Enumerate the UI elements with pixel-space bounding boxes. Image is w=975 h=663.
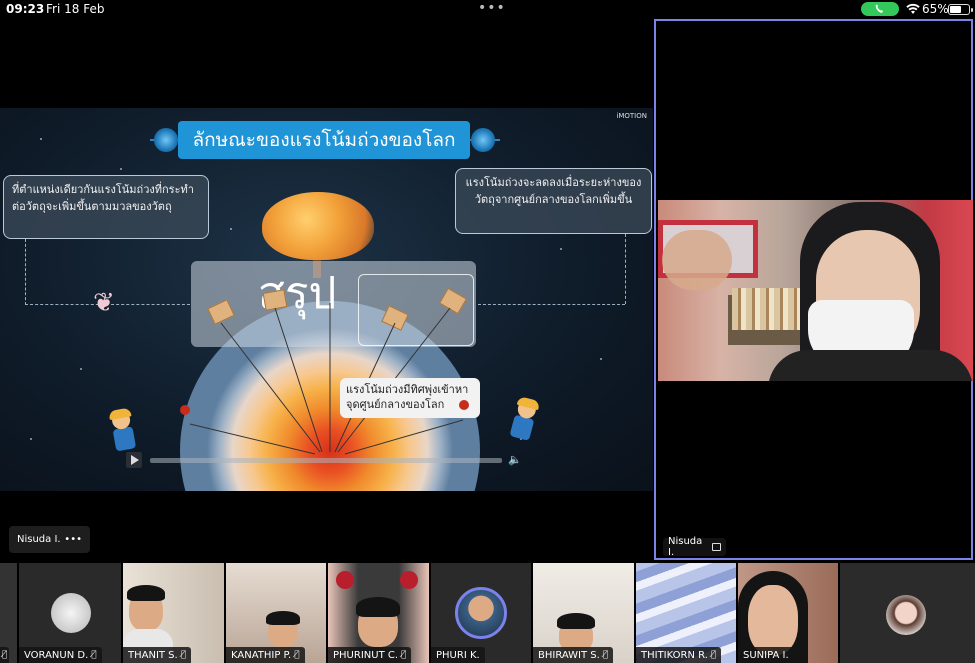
participant-tile[interactable]: THANIT S. 🎙̸ — [123, 563, 224, 663]
active-speaker-tile[interactable]: Nisuda I. — [654, 19, 973, 560]
mic-off-icon: 🎙̸ — [2, 650, 8, 660]
participant-name: PHURINUT C. — [333, 649, 399, 661]
gravity-arrows — [189, 303, 464, 455]
status-bar: 09:23 Fri 18 Feb ••• 65% — [0, 0, 975, 18]
avatar — [455, 587, 507, 639]
avatar — [51, 593, 91, 633]
status-time: 09:23 — [6, 2, 45, 16]
video-player-controls: 🔈 — [122, 449, 527, 471]
battery-percent: 65% — [922, 2, 949, 16]
participant-name: PHURI K. — [436, 649, 480, 661]
battery-icon — [948, 4, 973, 15]
multitask-dots-icon[interactable]: ••• — [478, 0, 506, 16]
video-progress-track[interactable] — [150, 458, 502, 463]
speaker-video — [658, 200, 973, 381]
participant-tile[interactable]: VORANUN D. 🎙̸ — [19, 563, 121, 663]
mic-off-icon: 🎙̸ — [91, 650, 97, 660]
status-date: Fri 18 Feb — [46, 2, 105, 16]
participant-name: THITIKORN R. — [641, 649, 708, 661]
mic-off-icon: 🎙̸ — [401, 650, 407, 660]
presentation-slide: iMOTION ลักษณะของแรงโน้มถ่วงของโลก ที่ตำ… — [0, 108, 653, 491]
participant-tile[interactable]: KANATHIP P. 🎙̸ — [226, 563, 326, 663]
volume-icon[interactable]: 🔈 — [508, 453, 522, 467]
direction-callout: แรงโน้มถ่วงมีทิศพุ่งเข้าหาจุดศูนย์กลางขอ… — [340, 378, 480, 418]
callout-marker — [459, 400, 469, 410]
participant-name: BHIRAWIT S. — [538, 649, 600, 661]
participant-name: THANIT S. — [128, 649, 178, 661]
participant-tile[interactable]: SUNIPA I. — [738, 563, 838, 663]
mic-off-icon: 🎙̸ — [294, 650, 300, 660]
phone-icon[interactable] — [861, 2, 899, 16]
more-options-icon[interactable]: ••• — [64, 534, 82, 545]
presenter-name: Nisuda I. — [17, 534, 61, 545]
participant-tile[interactable]: 🎙̸ — [0, 563, 17, 663]
participant-gallery: 🎙̸ VORANUN D. 🎙̸ THANIT S. 🎙̸ KANATHIP P. 🎙… — [0, 562, 975, 663]
participant-tile[interactable]: PHURI K. — [431, 563, 531, 663]
mic-off-icon: 🎙̸ — [710, 650, 717, 660]
speaker-name-tag: Nisuda I. — [663, 536, 726, 558]
participant-tile[interactable]: THITIKORN R. 🎙̸ — [636, 563, 736, 663]
participant-name: VORANUN D. — [24, 649, 89, 661]
avatar — [886, 595, 926, 635]
participant-name: KANATHIP P. — [231, 649, 292, 661]
play-icon[interactable] — [126, 452, 142, 468]
speaker-name: Nisuda I. — [668, 536, 703, 558]
screen-share-icon — [711, 543, 721, 551]
participant-tile[interactable] — [840, 563, 975, 663]
mic-off-icon: 🎙̸ — [602, 650, 609, 660]
shared-screen-stage: iMOTION ลักษณะของแรงโน้มถ่วงของโลก ที่ตำ… — [0, 18, 653, 562]
wifi-icon — [906, 3, 920, 15]
participant-tile[interactable]: PHURINUT C. 🎙̸ — [328, 563, 429, 663]
participant-name: SUNIPA I. — [743, 649, 789, 661]
mic-off-icon: 🎙̸ — [180, 650, 187, 660]
participant-tile[interactable]: BHIRAWIT S. 🎙̸ — [533, 563, 634, 663]
presenter-name-tag[interactable]: Nisuda I. ••• — [9, 526, 90, 553]
